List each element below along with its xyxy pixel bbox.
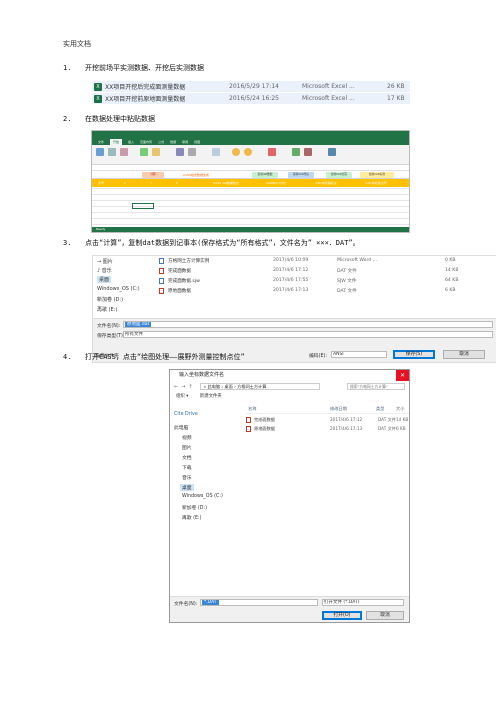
nav-item[interactable]: Windows_OS (C:) (97, 286, 140, 292)
cancel-button[interactable]: 取消 (443, 350, 485, 359)
nav-item[interactable]: ♪ 音乐 (97, 267, 112, 274)
nav-pane: Cite Drive 此电脑 视频 图片 文档 下载 音乐 桌面 Windows… (170, 404, 245, 584)
save-button[interactable]: 保存(S) (393, 350, 435, 359)
word-file-icon (159, 258, 164, 264)
cut-icon[interactable] (108, 148, 116, 156)
filename-input[interactable]: *.DAT (200, 599, 318, 606)
nav-item[interactable]: Windows_OS (C:) (182, 494, 223, 499)
file-list-screenshot-1: X XX项目开挖后完成面测量数据 2016/5/29 17:14 Microso… (92, 80, 410, 105)
step-1: 1. 开挖前场平实测数据、开挖后实测数据 (63, 64, 204, 72)
nav-item[interactable]: 文档 (182, 454, 192, 461)
list-item[interactable]: 完成面数据 2017/4/6 17:12 DAT 文件 14 KB (159, 268, 459, 277)
wrap-icon[interactable] (188, 148, 196, 156)
sjw-file-icon (159, 278, 164, 284)
breadcrumb[interactable]: « 此电脑 › 桌面 › 方格网土方计算 (199, 383, 320, 390)
worksheet-grid[interactable]: 计算 CASS格式数据生成 复制dat数据 复制CAD坐标 复制CAD高程 复制… (92, 171, 409, 232)
excel-screenshot: 文件 开始 插入 页面布局 公式 数据 审阅 视图 计算 CASS格式数据生成 … (91, 130, 410, 233)
nav-item[interactable]: 图片 (182, 444, 192, 451)
open-button[interactable]: 打开(O) (322, 611, 362, 620)
list-item[interactable]: 原地面数据 2017/4/6 17:13 DAT 文件 6 KB (159, 288, 459, 297)
nav-item[interactable]: 新加卷 (D:) (97, 296, 123, 303)
ribbon (92, 145, 409, 165)
nav-item[interactable]: 再歌 (E:) (97, 306, 117, 313)
dialog-title-bar: 输入坐标数据文件名 ✕ (170, 370, 409, 381)
step-4: 4. 打开CASS，点击“绘图处理——展野外测量控制点位” (63, 353, 245, 361)
copy-cad-coord-button[interactable]: 复制CAD坐标 (288, 172, 314, 178)
sheet-title: CASS格式数据生成 (183, 173, 209, 177)
nav-item[interactable]: 再歌 (E:) (182, 514, 202, 521)
copy-cad-std-button[interactable]: 复制CAD标准 (360, 172, 394, 178)
organize-button[interactable]: 组织 ▾ (176, 394, 188, 399)
new-folder-button[interactable]: 新建文件夹 (200, 394, 222, 399)
copy-dat-button[interactable]: 复制dat数据 (252, 172, 278, 178)
copy-cad-elev-button[interactable]: 复制CAD高程 (326, 172, 352, 178)
dat-file-icon (159, 288, 164, 294)
active-cell[interactable] (132, 203, 154, 209)
savetype-select[interactable]: 所有文件 (123, 331, 493, 338)
fill-icon[interactable] (152, 148, 160, 156)
pill-row: 计算 CASS格式数据生成 复制dat数据 复制CAD坐标 复制CAD高程 复制… (92, 171, 409, 179)
number-format-icon[interactable] (212, 148, 220, 156)
nav-item-cloud[interactable]: Cite Drive (174, 412, 198, 417)
dat-file-icon (159, 268, 164, 274)
filename-input[interactable]: 原地面.dat (123, 321, 493, 328)
nav-item-desktop[interactable]: 桌面 (97, 276, 112, 283)
smiley-icon[interactable] (244, 148, 252, 156)
smiley-icon[interactable] (232, 148, 240, 156)
save-dialog-screenshot: → 图片 ♪ 音乐 桌面 Windows_OS (C:) 新加卷 (D:) 再歌… (92, 255, 496, 363)
forward-icon[interactable]: → (181, 384, 185, 390)
address-bar: ← → ↑ « 此电脑 › 桌面 › 方格网土方计算 搜索"方格网土方计算" (170, 381, 409, 392)
file-type-select[interactable]: 打开文件 (*.DAT) (322, 599, 404, 606)
open-dialog-screenshot: 输入坐标数据文件名 ✕ ← → ↑ « 此电脑 › 桌面 › 方格网土方计算 搜… (169, 369, 410, 623)
list-item[interactable]: X XX项目开挖后完成面测量数据 2016/5/29 17:14 Microso… (92, 81, 410, 92)
toolbar: 组织 ▾ 新建文件夹 (170, 392, 409, 402)
align-icon[interactable] (176, 148, 184, 156)
excel-file-icon: X (94, 82, 102, 91)
step-2: 2. 在数据处理中粘贴数据 (63, 115, 155, 123)
sort-icon[interactable] (328, 148, 336, 156)
step-3: 3. 点击“计算”，复制dat数据到记事本(保存格式为“所有格式”，文件名为” ×… (63, 239, 360, 247)
nav-item[interactable]: 视频 (182, 434, 192, 441)
search-input[interactable]: 搜索"方格网土方计算" (347, 383, 405, 390)
nav-item-desktop[interactable]: 桌面 (180, 484, 194, 491)
list-item[interactable]: 完成面数据 2017/4/6 17:12 DAT 文件 14 KB (246, 417, 409, 424)
excel-file-icon: X (94, 94, 102, 103)
back-icon[interactable]: ← (174, 384, 178, 390)
excel-title-bar (92, 131, 409, 139)
paste-icon[interactable] (96, 148, 104, 156)
close-button[interactable]: ✕ (396, 370, 409, 381)
calc-button[interactable]: 计算 (142, 172, 164, 178)
nav-item[interactable]: → 图片 (97, 258, 113, 265)
status-bar: Ready (92, 227, 409, 232)
nav-item[interactable]: 下载 (182, 464, 192, 471)
list-item[interactable]: 原地面数据 2017/4/6 17:13 DAT 文件 6 KB (246, 426, 409, 433)
style-icon[interactable] (268, 148, 276, 156)
dialog-title: 输入坐标数据文件名 (179, 372, 225, 378)
cancel-button[interactable]: 取消 (366, 611, 404, 620)
header-row: 点号 X Y H CASS dat数据格式 CAD中X/Y点位 CAD中高程标注… (92, 179, 409, 187)
list-item[interactable]: 方格网土方计算实例 2017/4/6 10:09 Microsoft Word … (159, 258, 459, 267)
encoding-select[interactable]: ANSI (331, 351, 387, 358)
nav-item[interactable]: 新加卷 (D:) (182, 504, 207, 511)
open-dialog-footer: 文件名(N): *.DAT 打开文件 (*.DAT) 打开(O) 取消 (170, 596, 409, 622)
nav-item[interactable]: 音乐 (182, 474, 192, 481)
insert-icon[interactable] (292, 148, 300, 156)
list-item[interactable]: X XX项目开挖前原地面测量数据 2016/5/24 16:25 Microso… (92, 93, 410, 104)
nav-item-this-pc[interactable]: 此电脑 (174, 424, 188, 431)
format-icon[interactable] (120, 148, 128, 156)
up-icon[interactable]: ↑ (188, 384, 192, 390)
delete-icon[interactable] (304, 148, 312, 156)
page-header: 实用文档 (63, 40, 91, 48)
font-icon[interactable] (140, 148, 148, 156)
nav-pane: → 图片 ♪ 音乐 桌面 Windows_OS (C:) 新加卷 (D:) 再歌… (93, 256, 155, 316)
list-item[interactable]: 完成面数据.sjw 2017/4/6 17:55 SJW 文件 64 KB (159, 278, 459, 287)
dat-file-icon (246, 426, 251, 432)
column-header: 名称 修改日期 类型 大小 (246, 404, 409, 414)
dat-file-icon (246, 417, 251, 423)
